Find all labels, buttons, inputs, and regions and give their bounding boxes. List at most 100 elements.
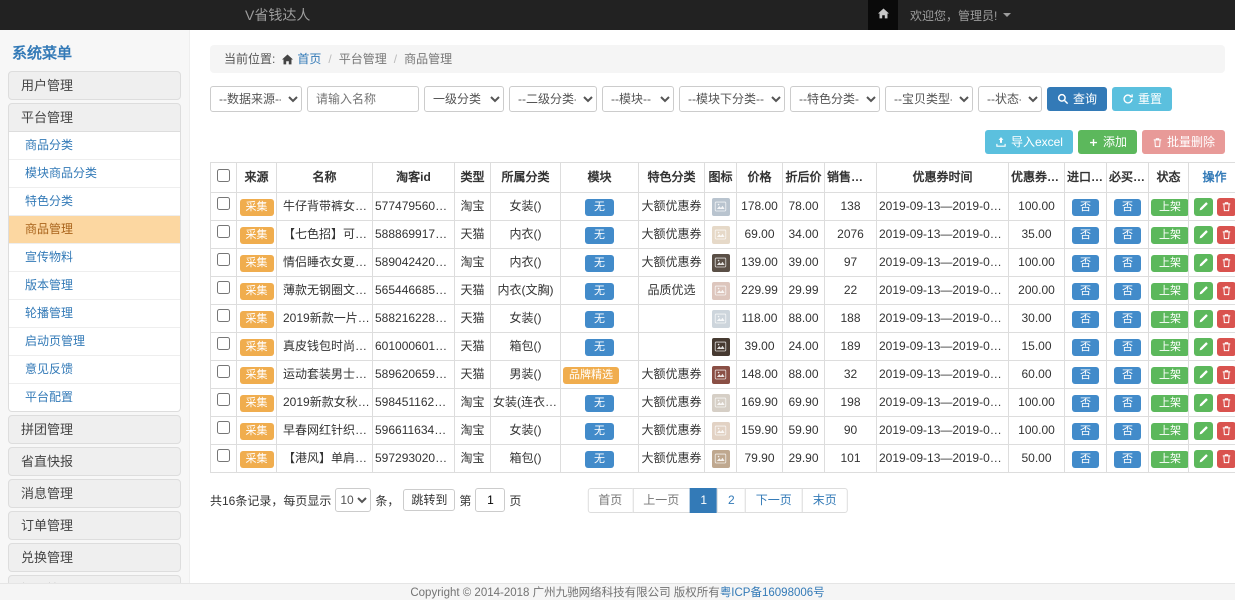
row-checkbox[interactable] <box>217 365 230 378</box>
delete-button[interactable] <box>1217 450 1235 468</box>
search-button[interactable]: 查询 <box>1047 87 1107 111</box>
name-search-input[interactable] <box>307 86 419 112</box>
must-buy-toggle-button[interactable]: 否 <box>1114 395 1141 412</box>
must-buy-toggle-button[interactable]: 否 <box>1114 367 1141 384</box>
module-badge[interactable]: 无 <box>585 339 614 356</box>
sidebar-item[interactable]: 版本管理 <box>9 272 180 300</box>
row-checkbox[interactable] <box>217 337 230 350</box>
filter-status[interactable]: --状态-- <box>978 86 1042 112</box>
icp-link[interactable]: 粤ICP备16098006号 <box>720 584 825 600</box>
sidebar-group[interactable]: 消息管理 <box>8 479 181 508</box>
home-button[interactable] <box>868 0 898 30</box>
sidebar-group[interactable]: 订单管理 <box>8 511 181 540</box>
edit-button[interactable] <box>1194 226 1213 244</box>
must-buy-toggle-button[interactable]: 否 <box>1114 255 1141 272</box>
jump-button[interactable]: 跳转到 <box>403 489 455 511</box>
sidebar-item[interactable]: 意见反馈 <box>9 356 180 384</box>
edit-button[interactable] <box>1194 422 1213 440</box>
must-buy-toggle-button[interactable]: 否 <box>1114 311 1141 328</box>
sidebar-item[interactable]: 商品分类 <box>9 132 180 160</box>
imported-toggle-button[interactable]: 否 <box>1072 451 1099 468</box>
must-buy-toggle-button[interactable]: 否 <box>1114 423 1141 440</box>
page-button[interactable]: 上一页 <box>632 488 690 513</box>
add-button[interactable]: 添加 <box>1078 130 1137 154</box>
status-button[interactable]: 上架 <box>1151 255 1189 272</box>
delete-button[interactable] <box>1217 422 1235 440</box>
batch-delete-button[interactable]: 批量删除 <box>1142 130 1225 154</box>
must-buy-toggle-button[interactable]: 否 <box>1114 451 1141 468</box>
import-excel-button[interactable]: 导入excel <box>985 130 1073 154</box>
row-checkbox[interactable] <box>217 449 230 462</box>
status-button[interactable]: 上架 <box>1151 311 1189 328</box>
module-badge[interactable]: 无 <box>585 255 614 272</box>
imported-toggle-button[interactable]: 否 <box>1072 367 1099 384</box>
sidebar-item[interactable]: 平台配置 <box>9 384 180 411</box>
must-buy-toggle-button[interactable]: 否 <box>1114 199 1141 216</box>
row-checkbox[interactable] <box>217 253 230 266</box>
imported-toggle-button[interactable]: 否 <box>1072 339 1099 356</box>
filter-data-source[interactable]: --数据来源-- <box>210 86 302 112</box>
module-badge[interactable]: 无 <box>585 283 614 300</box>
page-button[interactable]: 下一页 <box>745 488 803 513</box>
module-badge[interactable]: 无 <box>585 423 614 440</box>
page-size-select[interactable]: 10 <box>335 488 371 512</box>
row-checkbox[interactable] <box>217 225 230 238</box>
module-badge[interactable]: 无 <box>585 311 614 328</box>
sidebar-item[interactable]: 模块商品分类 <box>9 160 180 188</box>
filter-module-subcategory[interactable]: --模块下分类-- <box>679 86 785 112</box>
delete-button[interactable] <box>1217 198 1235 216</box>
page-button[interactable]: 末页 <box>802 488 848 513</box>
edit-button[interactable] <box>1194 282 1213 300</box>
status-button[interactable]: 上架 <box>1151 339 1189 356</box>
edit-button[interactable] <box>1194 254 1213 272</box>
edit-button[interactable] <box>1194 198 1213 216</box>
filter-level2-category[interactable]: --二级分类-- <box>509 86 597 112</box>
delete-button[interactable] <box>1217 282 1235 300</box>
filter-level1-category[interactable]: 一级分类 <box>424 86 504 112</box>
status-button[interactable]: 上架 <box>1151 283 1189 300</box>
module-badge[interactable]: 无 <box>585 451 614 468</box>
edit-button[interactable] <box>1194 338 1213 356</box>
module-badge[interactable]: 品牌精选 <box>563 367 619 384</box>
imported-toggle-button[interactable]: 否 <box>1072 199 1099 216</box>
sidebar-item-active[interactable]: 商品管理 <box>9 216 180 244</box>
row-checkbox[interactable] <box>217 393 230 406</box>
must-buy-toggle-button[interactable]: 否 <box>1114 283 1141 300</box>
row-checkbox[interactable] <box>217 421 230 434</box>
page-button[interactable]: 1 <box>689 488 718 513</box>
select-all-checkbox[interactable] <box>217 169 230 182</box>
page-button[interactable]: 2 <box>717 488 746 513</box>
row-checkbox[interactable] <box>217 197 230 210</box>
sidebar-item[interactable]: 启动页管理 <box>9 328 180 356</box>
sidebar-group[interactable]: 省直快报 <box>8 447 181 476</box>
status-button[interactable]: 上架 <box>1151 227 1189 244</box>
user-menu[interactable]: 欢迎您，管理员! <box>898 7 1023 24</box>
sidebar-group[interactable]: 拼团管理 <box>8 415 181 444</box>
edit-button[interactable] <box>1194 366 1213 384</box>
edit-button[interactable] <box>1194 394 1213 412</box>
status-button[interactable]: 上架 <box>1151 423 1189 440</box>
sidebar-item[interactable]: 轮播管理 <box>9 300 180 328</box>
delete-button[interactable] <box>1217 226 1235 244</box>
sidebar-item[interactable]: 特色分类 <box>9 188 180 216</box>
must-buy-toggle-button[interactable]: 否 <box>1114 339 1141 356</box>
delete-button[interactable] <box>1217 394 1235 412</box>
module-badge[interactable]: 无 <box>585 227 614 244</box>
delete-button[interactable] <box>1217 338 1235 356</box>
row-checkbox[interactable] <box>217 281 230 294</box>
edit-button[interactable] <box>1194 310 1213 328</box>
status-button[interactable]: 上架 <box>1151 395 1189 412</box>
delete-button[interactable] <box>1217 310 1235 328</box>
imported-toggle-button[interactable]: 否 <box>1072 311 1099 328</box>
imported-toggle-button[interactable]: 否 <box>1072 423 1099 440</box>
row-checkbox[interactable] <box>217 309 230 322</box>
page-button[interactable]: 首页 <box>587 488 633 513</box>
status-button[interactable]: 上架 <box>1151 367 1189 384</box>
delete-button[interactable] <box>1217 366 1235 384</box>
sidebar-group[interactable]: 兑换管理 <box>8 543 181 572</box>
status-button[interactable]: 上架 <box>1151 451 1189 468</box>
must-buy-toggle-button[interactable]: 否 <box>1114 227 1141 244</box>
imported-toggle-button[interactable]: 否 <box>1072 227 1099 244</box>
sidebar-group[interactable]: 用户管理 <box>8 71 181 100</box>
jump-page-input[interactable] <box>475 488 505 512</box>
